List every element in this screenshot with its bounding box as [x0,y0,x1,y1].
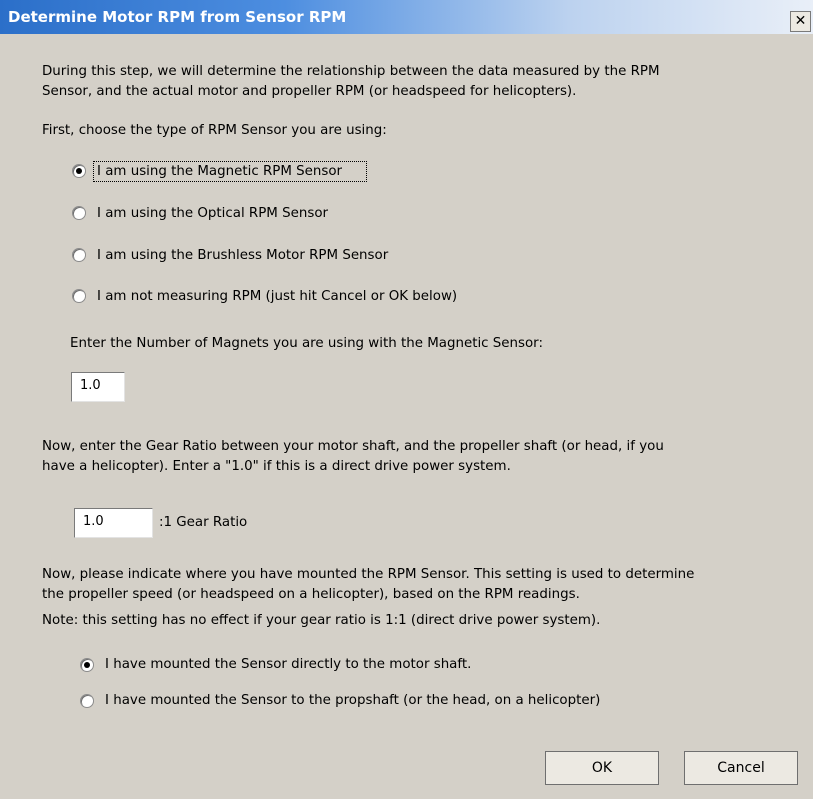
radio-button[interactable] [80,694,94,708]
radio-button[interactable] [72,289,86,303]
radio-label: I am not measuring RPM (just hit Cancel … [97,289,458,304]
mount-text-line2: the propeller speed (or headspeed on a h… [42,587,580,602]
close-button[interactable]: ✕ [790,11,811,32]
intro-text-line1: During this step, we will determine the … [42,64,660,79]
dialog-content: During this step, we will determine the … [0,34,813,799]
dialog-window: Determine Motor RPM from Sensor RPM ✕ Du… [0,0,813,799]
window-title: Determine Motor RPM from Sensor RPM [8,8,347,26]
mount-note: Note: this setting has no effect if your… [42,613,601,628]
radio-dot [84,662,90,668]
title-bar[interactable]: Determine Motor RPM from Sensor RPM ✕ [0,0,813,34]
ok-button[interactable]: OK [545,751,659,785]
gear-ratio-suffix: :1 Gear Ratio [159,515,248,530]
mount-text-line1: Now, please indicate where you have moun… [42,567,695,582]
gear-ratio-input[interactable]: 1.0 [74,508,153,538]
magnets-prompt: Enter the Number of Magnets you are usin… [70,336,543,351]
close-icon: ✕ [794,13,807,29]
gear-text-line1: Now, enter the Gear Ratio between your m… [42,439,664,454]
radio-button[interactable] [72,164,86,178]
radio-label: I am using the Brushless Motor RPM Senso… [97,248,389,263]
gear-text-line2: have a helicopter). Enter a "1.0" if thi… [42,459,511,474]
radio-dot [76,168,82,174]
cancel-button[interactable]: Cancel [684,751,798,785]
radio-button[interactable] [72,206,86,220]
magnets-input[interactable]: 1.0 [71,372,125,402]
intro-text-line2: Sensor, and the actual motor and propell… [42,84,577,99]
radio-label: I am using the Optical RPM Sensor [97,206,329,221]
sensor-type-prompt: First, choose the type of RPM Sensor you… [42,123,387,138]
radio-label: I am using the Magnetic RPM Sensor [97,164,343,179]
radio-label: I have mounted the Sensor to the propsha… [105,693,601,708]
radio-button[interactable] [72,248,86,262]
radio-button[interactable] [80,658,94,672]
radio-label: I have mounted the Sensor directly to th… [105,657,472,672]
